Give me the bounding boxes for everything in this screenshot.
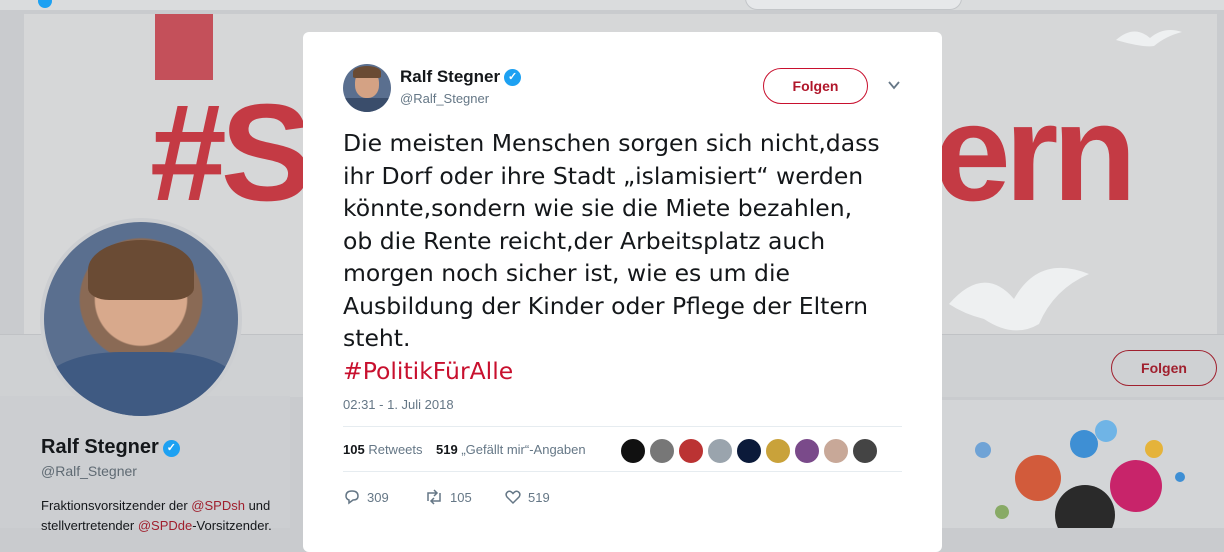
liker-avatar[interactable]: [765, 438, 791, 464]
profile-follow-button[interactable]: Folgen: [1111, 350, 1217, 386]
liker-avatar[interactable]: [736, 438, 762, 464]
tweet-text-line: morgen noch sicher ist, wie es um die: [343, 259, 790, 287]
retweets-stat[interactable]: 105 Retweets: [343, 442, 423, 457]
retweets-label: Retweets: [368, 442, 423, 457]
verified-badge-icon: ✓: [162, 440, 180, 457]
like-count: 519: [528, 490, 550, 505]
bio-text: und: [244, 498, 271, 513]
tweet-text-line: Die meisten Menschen sorgen sich nicht,d…: [343, 129, 880, 157]
likes-stat[interactable]: 519 „Gefällt mir“-Angaben: [436, 442, 586, 457]
profile-name-text[interactable]: Ralf Stegner: [41, 436, 159, 458]
seagull-icon: [1116, 30, 1182, 47]
profile-handle[interactable]: @Ralf_Stegner: [41, 463, 137, 479]
banner-hashtag-left: #S: [150, 76, 313, 230]
verified-badge-icon: ✓: [504, 69, 522, 86]
bio-mention-link[interactable]: @SPDde: [138, 518, 192, 533]
top-nav-strip: [0, 0, 1224, 10]
twitter-logo-icon[interactable]: [38, 0, 52, 8]
tweet-follow-button[interactable]: Folgen: [763, 68, 868, 104]
likes-label: „Gefällt mir“-Angaben: [461, 442, 586, 457]
retweet-icon: [427, 489, 441, 505]
profile-name[interactable]: Ralf Stegner ✓: [41, 436, 180, 459]
bio-text: Fraktionsvorsitzender der: [41, 498, 192, 513]
liker-avatar[interactable]: [678, 438, 704, 464]
tweet-text: Die meisten Menschen sorgen sich nicht,d…: [343, 127, 903, 387]
tweet-text-line: Ausbildung der Kinder oder Pflege der El…: [343, 291, 868, 320]
banner-red-block: [155, 14, 213, 80]
bio-mention-link[interactable]: @SPDsh: [191, 498, 245, 513]
tweet-author-handle[interactable]: @Ralf_Stegner: [400, 91, 489, 106]
profile-bio: Fraktionsvorsitzender der @SPDsh und ste…: [41, 496, 291, 536]
banner-hashtag-right: ern: [934, 76, 1137, 230]
profile-avatar[interactable]: [40, 218, 242, 420]
liker-avatar[interactable]: [852, 438, 878, 464]
liker-avatar[interactable]: [620, 438, 646, 464]
tweet-text-line: könnte,sondern wie sie die Miete bezahle…: [343, 194, 853, 222]
reply-icon: [345, 490, 359, 505]
liker-avatar[interactable]: [649, 438, 675, 464]
search-input[interactable]: [745, 0, 962, 10]
liker-avatar[interactable]: [707, 438, 733, 464]
retweet-button[interactable]: 105: [424, 488, 472, 506]
bio-text: stellvertretender: [41, 518, 138, 533]
sidebar-illustration: [935, 400, 1224, 528]
seagull-icon: [949, 267, 1089, 331]
tweet-text-line: ob die Rente reicht,der Arbeitsplatz auc…: [343, 226, 826, 255]
tweet-author-avatar[interactable]: [343, 64, 391, 112]
likes-count: 519: [436, 442, 458, 457]
tweet-author-name[interactable]: Ralf Stegner ✓: [400, 67, 522, 87]
tweet-modal: Ralf Stegner ✓ @Ralf_Stegner Folgen Die m…: [303, 32, 942, 552]
tweet-text-line: ihr Dorf oder ihre Stadt „islamisiert“ w…: [343, 161, 864, 190]
liker-avatar[interactable]: [823, 438, 849, 464]
retweet-count: 105: [450, 490, 472, 505]
tweet-actions: 309 105 519: [343, 482, 643, 512]
like-button[interactable]: 519: [504, 488, 550, 506]
bio-text: -Vorsitzender.: [192, 518, 272, 533]
tweet-timestamp[interactable]: 02:31 - 1. Juli 2018: [343, 397, 454, 412]
reply-count: 309: [367, 490, 389, 505]
tweet-text-line: steht.: [343, 324, 411, 352]
retweets-count: 105: [343, 442, 365, 457]
tweet-stats: 105 Retweets 519 „Gefällt mir“-Angaben: [343, 426, 902, 472]
reply-button[interactable]: 309: [343, 488, 389, 506]
tweet-hashtag-link[interactable]: #PolitikFürAlle: [343, 355, 903, 388]
chevron-down-icon[interactable]: [887, 78, 901, 92]
tweet-author-name-text[interactable]: Ralf Stegner: [400, 67, 500, 86]
liker-avatar[interactable]: [794, 438, 820, 464]
like-icon: [505, 490, 521, 505]
